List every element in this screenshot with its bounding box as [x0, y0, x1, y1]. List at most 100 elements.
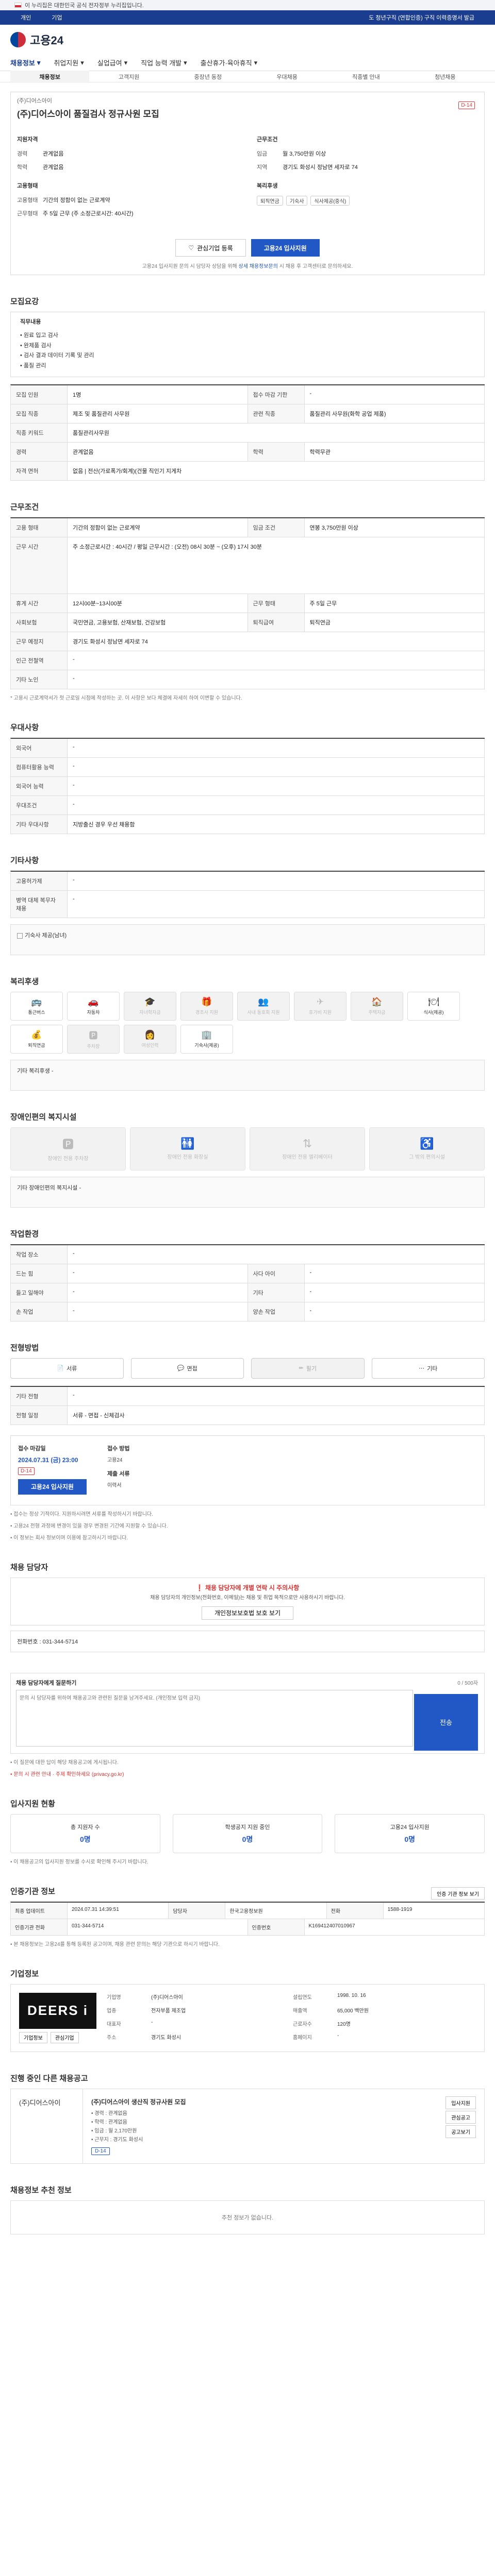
question-input[interactable] — [16, 1689, 413, 1747]
chevron-down-icon: ▾ — [184, 58, 187, 66]
corp-section: 기업정보 DEERS i 기업정보 관심기업 기업명 (주)디어스아이 설립연도 19… — [10, 1968, 485, 2052]
facility-icon: ♿ — [420, 1137, 434, 1150]
checkbox[interactable] — [17, 933, 23, 939]
recommend-section: 채용정보 추천 정보 추천 정보가 없습니다. — [10, 2184, 485, 2234]
header-logo[interactable]: 고용24 — [0, 25, 495, 55]
corp-meta-key: 주소 — [107, 2035, 117, 2041]
menu-item-support[interactable]: 취업지원 ▾ — [54, 58, 84, 67]
etc-checkbox-box: 기숙사 제공(남녀) — [10, 924, 485, 955]
method-icon: 📄 — [57, 1365, 64, 1372]
submenu-category[interactable]: 직종별 안내 — [326, 73, 405, 81]
benefit-item: 💰 퇴직연금 — [10, 1024, 63, 1054]
note-link[interactable]: 상세 채용정보문의 — [239, 264, 278, 269]
menu-item-unemployment[interactable]: 실업급여 ▾ — [97, 58, 127, 67]
qual-heading: 지원자격 — [17, 137, 38, 143]
section-title: 작업환경 — [10, 1229, 39, 1239]
disab-item-parking: 🅿 장애인 전용 주차장 — [10, 1127, 126, 1171]
corp-meta-key: 매출액 — [293, 2008, 307, 2014]
parking-icon: 🅿 — [62, 1138, 74, 1151]
info-button[interactable]: 인증 기관 정보 보기 — [431, 1887, 485, 1900]
corp-interest-button[interactable]: 관심기업 — [50, 2031, 79, 2043]
method-icon: 💬 — [177, 1365, 185, 1372]
benefit-section: 복리후생 🚌 통근버스 🚗 자동차 🎓 자녀학자금 🎁 경조사 지원 👥 사내 동호회 지원 ✈ 휴가… — [10, 976, 485, 1091]
tab-company[interactable]: 기업 — [52, 13, 62, 22]
alert-icon: ❗ — [195, 1584, 204, 1591]
chevron-down-icon: ▾ — [80, 58, 84, 66]
submenu-support[interactable]: 고객지원 — [89, 73, 168, 81]
method-item: 📄 서류 — [10, 1358, 124, 1379]
company-name[interactable]: (주)디어스아이 — [17, 96, 478, 105]
benefit-item: 🎓 자녀학자금 — [124, 991, 176, 1021]
related-apply-button[interactable]: 입사지원 — [446, 2096, 476, 2109]
menu-item-jobs[interactable]: 채용정보 ▾ — [10, 58, 40, 67]
corp-meta-value: - — [151, 2019, 153, 2025]
submenu-middle[interactable]: 중장년 동정 — [169, 73, 248, 81]
benefit-icon: 🎓 — [144, 996, 156, 1007]
flag-icon — [14, 3, 22, 8]
dday-badge: D-14 — [458, 101, 475, 109]
benefit-heading: 복리후생 — [257, 183, 278, 189]
disab-item-toilet: 🚻 장애인 전용 화장실 — [130, 1127, 245, 1171]
qna-section: 채용 담당자에게 질문하기 0 / 500자 전송 • 이 질문에 대한 답이 … — [10, 1672, 485, 1777]
related-job-title[interactable]: (주)디어스아이 생산직 정규사원 모집 — [91, 2097, 476, 2106]
menu-item-leave[interactable]: 출산휴가·육아휴직 ▾ — [201, 58, 258, 67]
benefit-tag: 퇴직연금 — [257, 196, 283, 206]
section-title: 모집요강 — [10, 297, 39, 306]
deadline-apply-button[interactable]: 고용24 입사지원 — [18, 1479, 87, 1495]
char-counter: 0 / 500자 — [457, 1680, 478, 1686]
corp-meta-value: 120명 — [337, 2021, 351, 2027]
submenu-prefer[interactable]: 우대채용 — [248, 73, 326, 81]
submenu-youth[interactable]: 청년채용 — [406, 73, 485, 81]
toilet-icon: 🚻 — [180, 1137, 195, 1150]
prefer-section: 우대사항 외국어 - 컴퓨터활용 능력 - 외국어 능력 - 우대조건 - 기타 우대사… — [10, 722, 485, 834]
emp-heading: 고용형태 — [17, 183, 38, 189]
corp-meta-value: 경기도 화성시 — [151, 2035, 181, 2041]
corp-meta-key: 업종 — [107, 2008, 117, 2014]
method-item: 💬 면접 — [130, 1358, 244, 1379]
benefit-icon: 🏠 — [371, 996, 383, 1007]
benefit-tag: 식사제공(중식) — [310, 196, 350, 206]
related-view-button[interactable]: 공고보기 — [446, 2125, 476, 2138]
benefit-item: 🚗 자동차 — [67, 991, 120, 1021]
tab-personal[interactable]: 개인 — [21, 13, 31, 22]
top-nav-right[interactable]: 도 청년구직 (연합인증) 구직 이력증명서 발급 — [369, 13, 474, 22]
send-button[interactable]: 전송 — [414, 1693, 478, 1751]
method-icon: ✏ — [299, 1365, 304, 1372]
benefit-item: 👥 사내 동호회 지원 — [237, 991, 290, 1021]
workplace-section: 작업환경 작업 장소 - 드는 힘 - 사다 아이 - 들고 일해야 - 기타 - 손 작업 -… — [10, 1228, 485, 1321]
submenu-jobs[interactable]: 채용정보 — [10, 70, 90, 83]
related-section: 진행 중인 다른 채용공고 (주)디어스아이 (주)디어스아이 생산직 정규사원… — [10, 2073, 485, 2164]
gov-notice: 이 누리집은 대한민국 공식 전자정부 누리집입니다. — [25, 3, 144, 9]
section-title: 장애인편의 복지시설 — [10, 1112, 77, 1122]
method-item: ⋯ 기타 — [371, 1358, 485, 1379]
method-icon: ⋯ — [419, 1365, 425, 1372]
benefit-icon: 🎁 — [201, 996, 212, 1007]
desc-box-title: 직무내용 — [20, 319, 41, 325]
section-title: 입사지원 현황 — [10, 1799, 55, 1808]
interest-button[interactable]: ♡ 관심기업 등록 — [175, 239, 246, 257]
stats-section: 입사지원 현황 총 지원자 수 0명 학생공지 지원 중인 0명 고용24 입사지원… — [10, 1798, 485, 1865]
section-title: 기업정보 — [10, 1969, 39, 1978]
benefit-item: 🏠 주택자금 — [351, 991, 403, 1021]
contact-section: 채용 담당자 ❗ 채용 담당자에 개별 연락 시 주의사항 채용 담당자의 개인… — [10, 1562, 485, 1652]
benefit-item: 🍽 식사(제공) — [407, 991, 460, 1021]
corp-meta-value: - — [337, 2032, 339, 2039]
benefit-icon: 👩 — [144, 1029, 156, 1040]
corp-info-button[interactable]: 기업정보 — [19, 2031, 47, 2043]
job-title: (주)디어스아이 품질검사 정규사원 모집 — [17, 109, 159, 119]
apply-button[interactable]: 고용24 입사지원 — [251, 239, 320, 257]
corp-meta-key: 설립연도 — [293, 1994, 312, 2001]
benefit-item: 🅿 주차장 — [67, 1024, 120, 1054]
related-interest-button[interactable]: 관심공고 — [446, 2110, 476, 2124]
info-section: 인증기관 정보 인증 기관 정보 보기 최종 업데이트 2024.07.31 14:… — [10, 1886, 485, 1947]
company-logo: DEERS i — [19, 1992, 96, 2029]
benefit-item: ✈ 휴가비 지원 — [294, 991, 346, 1021]
benefit-icon: 👥 — [258, 996, 269, 1007]
corp-meta-value: 전자부품 제조업 — [151, 2008, 186, 2014]
apply-note: 고용24 입사지원 문의 시 담당자 상담을 위해 상세 채용정보문의 시 채용… — [142, 264, 353, 269]
method-section: 전형방법 📄 서류 💬 면접 ✏ 필기 ⋯ 기타 기타 전형 - 전형 일정 서류 - 면접 - … — [10, 1342, 485, 1541]
menu-item-training[interactable]: 직업 능력 개발 ▾ — [141, 58, 187, 67]
corp-meta-key: 홈페이지 — [293, 2035, 312, 2041]
section-title: 기타사항 — [10, 856, 39, 865]
privacy-button[interactable]: 개인정보보호법 보호 보기 — [201, 1606, 294, 1620]
